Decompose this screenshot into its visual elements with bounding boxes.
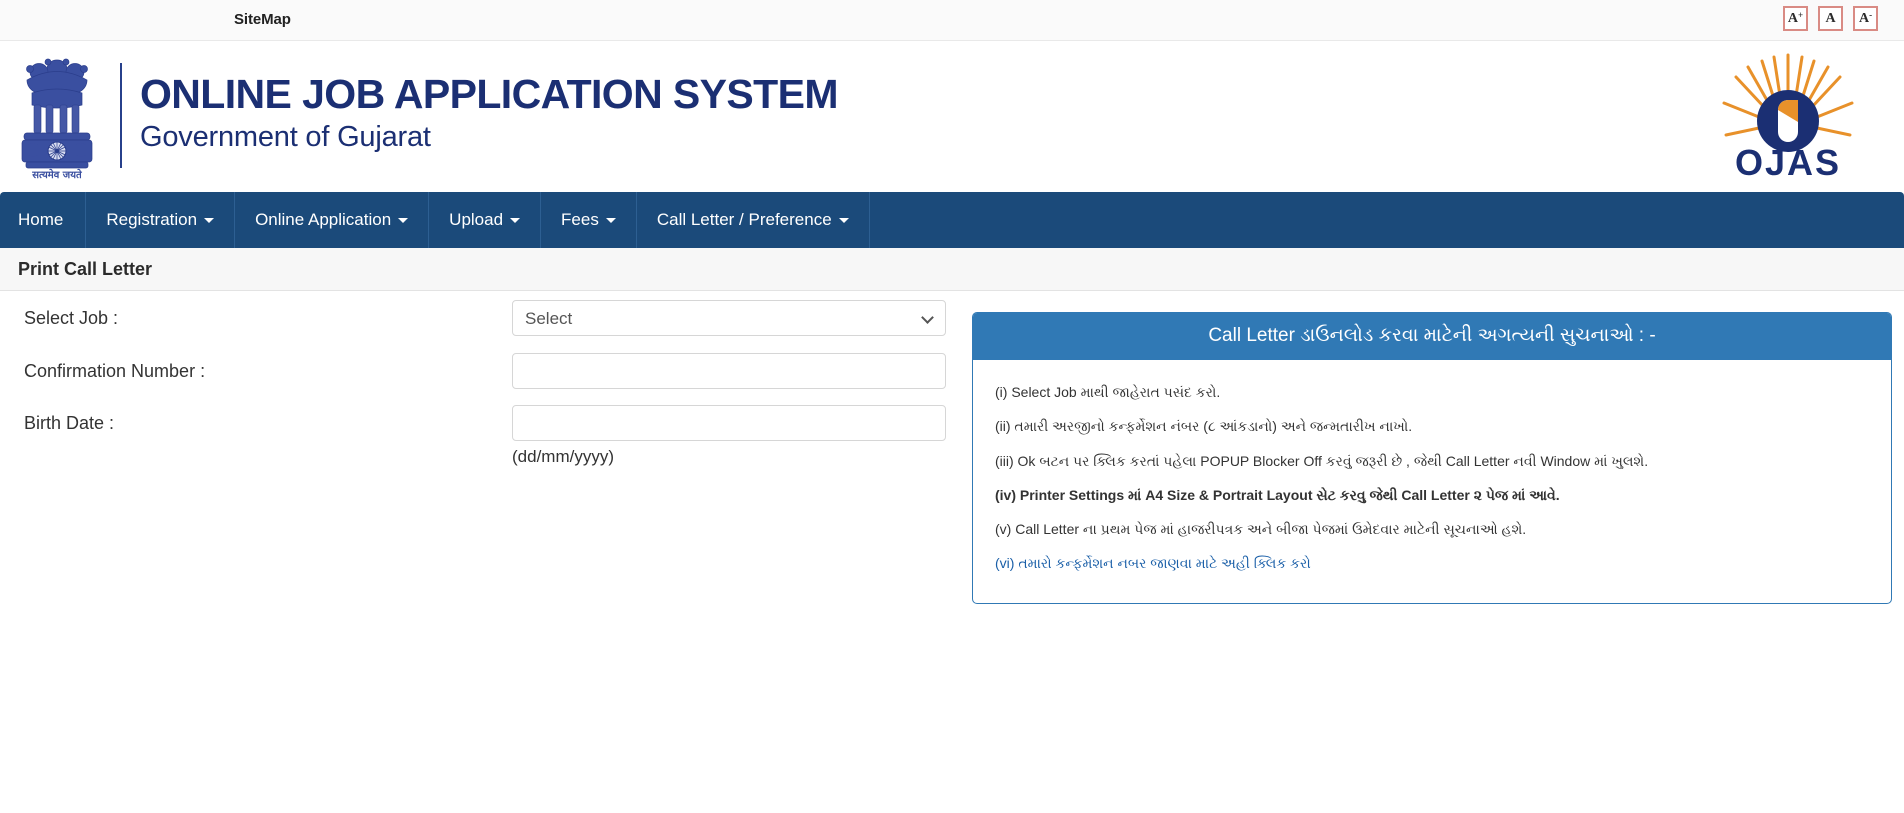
select-job-dropdown[interactable]: Select [512,300,946,336]
chevron-down-icon [510,217,521,223]
instruction-item: (iii) Ok બટન પર ક્લિક કરતાં પહેલા POPUP … [995,452,1649,469]
top-utility-bar: SiteMap A + A A- [0,0,1904,41]
instruction-item: (i) Select Job માથી જાહેરાત પસંદ કરો. [995,384,1221,400]
nav-item-call-letter-preference[interactable]: Call Letter / Preference [637,192,870,248]
page-title: Print Call Letter [18,259,153,279]
birth-date-label: Birth Date : [24,413,115,433]
font-increase-label: A [1787,10,1798,26]
site-title: ONLINE JOB APPLICATION SYSTEM [140,71,838,117]
instruction-item: (iv) Printer Settings માં A4 Size & Port… [995,486,1560,503]
font-size-controls: A + A A- [1783,6,1878,31]
nav-item-online-application-label: Online Application [255,210,392,229]
nav-item-upload[interactable]: Upload [429,192,542,248]
nav-item-upload-label: Upload [449,210,504,229]
chevron-down-icon [605,217,616,223]
header-divider [120,63,122,168]
nav-item-registration[interactable]: Registration [86,192,236,248]
instructions-panel-header: Call Letter ડાઉનલોડ કરવા માટેની અગત્યની … [973,313,1891,360]
font-increase-button[interactable]: A + [1783,6,1808,31]
chevron-down-icon [838,217,849,223]
ojas-logo-text: OJAS [1735,142,1841,181]
state-emblem-icon: सत्यमेव जयते [21,58,93,181]
instruction-item-confirmation-link[interactable]: (vi) તમારો કન્ફર્મેશન નબર જાણવા માટે અહી… [993,546,1871,580]
select-job-wrapper: Select [512,300,946,336]
nav-item-fees-label: Fees [561,210,599,229]
font-normal-label: A [1825,10,1836,26]
sitemap-link[interactable]: SiteMap [234,11,291,28]
font-normal-button[interactable]: A [1818,6,1843,31]
nav-item-registration-label: Registration [106,210,198,229]
instructions-panel-body: (i) Select Job માથી જાહેરાત પસંદ કરો. (i… [973,360,1891,603]
confirmation-number-label: Confirmation Number : [24,361,206,381]
page-root: SiteMap A + A A- सत्यमेव जयते ONLINE JOB… [0,0,1904,813]
chevron-down-icon [398,217,409,223]
nav-item-home[interactable]: Home [0,192,87,248]
font-decrease-label: A [1858,10,1870,26]
page-title-bar: Print Call Letter [0,248,1904,291]
call-letter-form: Select Job : Select Confirmation Number … [0,300,960,620]
site-subtitle: Government of Gujarat [140,121,431,153]
chevron-down-icon [204,217,215,223]
instruction-item: (ii) તમારી અરજીનો કન્ફર્મેશન નંબર (૮ આંક… [995,418,1413,435]
birth-date-format-hint: (dd/mm/yyyy) [512,447,614,466]
main-navigation: Home Registration Online Application Upl… [0,192,1904,248]
instruction-item: (v) Call Letter ના પ્રથમ પેજ માં હાજરીપત… [995,521,1527,538]
nav-item-call-letter-preference-label: Call Letter / Preference [656,210,832,229]
select-job-label: Select Job : [24,308,119,328]
confirmation-number-input[interactable] [512,353,946,389]
site-header: सत्यमेव जयते ONLINE JOB APPLICATION SYST… [0,41,1904,192]
nav-item-fees[interactable]: Fees [541,192,637,248]
nav-item-online-application[interactable]: Online Application [235,192,430,248]
ojas-logo-icon: OJAS [1722,53,1854,181]
font-decrease-button[interactable]: A- [1853,6,1878,31]
instructions-panel: Call Letter ડાઉનલોડ કરવા માટેની અગત્યની … [972,312,1892,604]
birth-date-input[interactable] [512,405,946,441]
nav-item-home-label: Home [18,210,64,229]
emblem-motto-text: सत्यमेव जयते [31,168,83,181]
